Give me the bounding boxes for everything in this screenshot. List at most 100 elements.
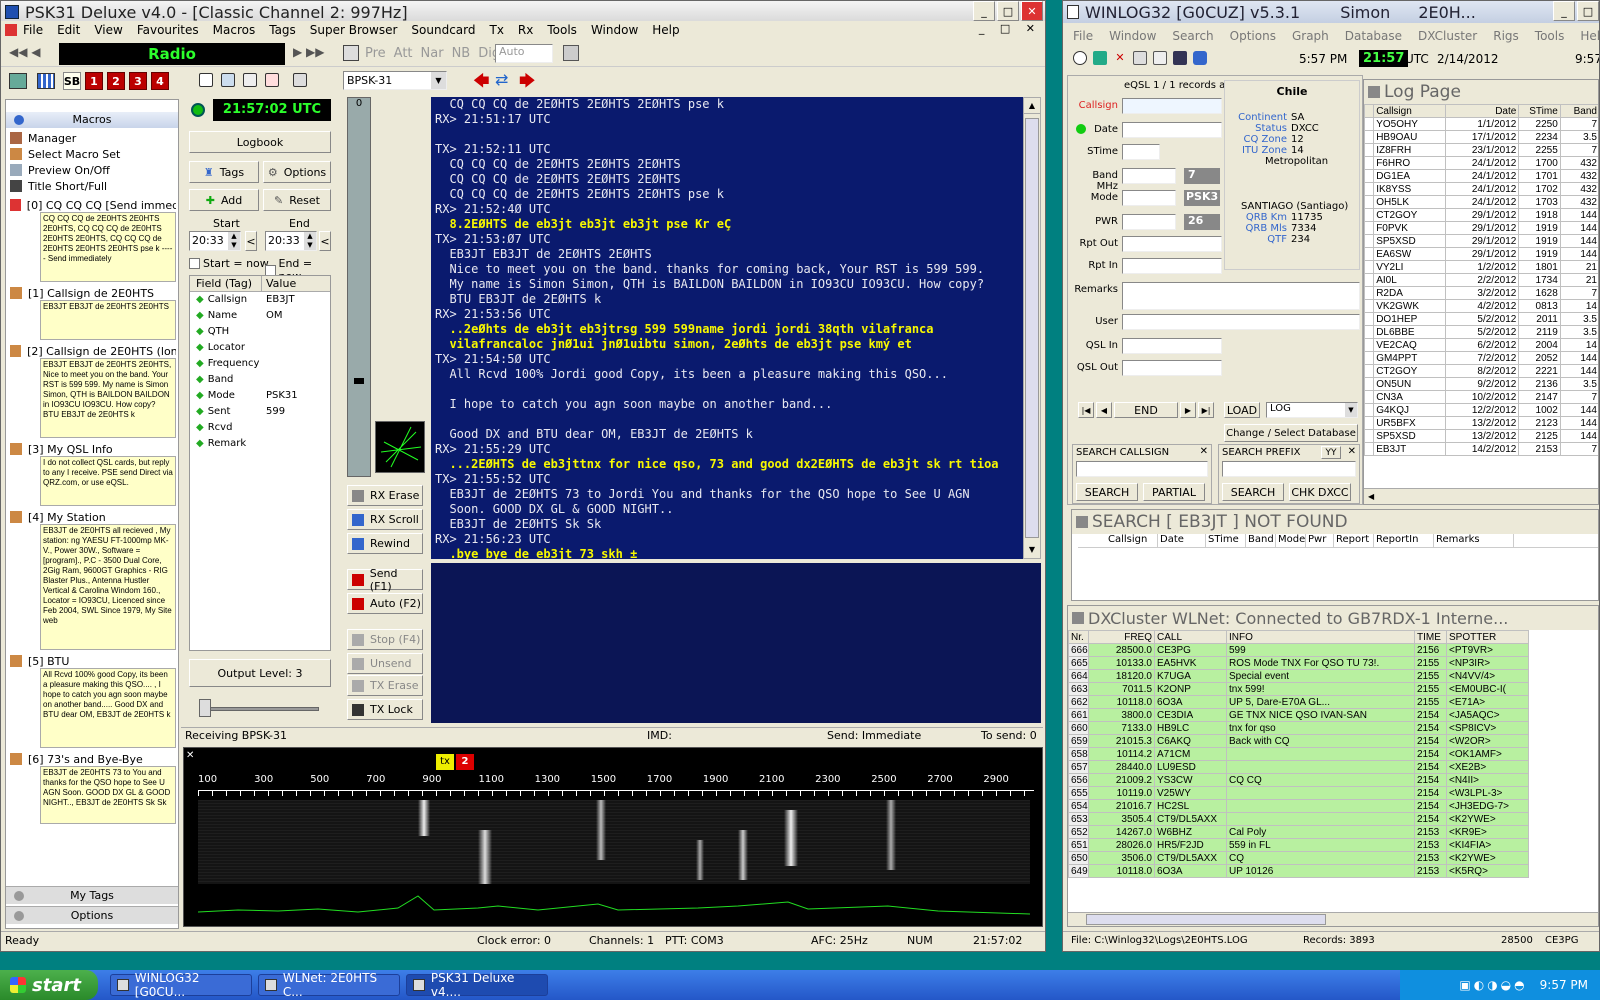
add-button[interactable]: ✚ Add	[189, 189, 259, 211]
log-row[interactable]: SP5XSD 29/1/2012 1919 144	[1364, 234, 1598, 248]
start-arrow-button[interactable]: <	[245, 231, 257, 251]
field-row[interactable]: ◆ Rcvd	[190, 420, 330, 436]
side-btn-rx-erase[interactable]: RX Erase	[347, 485, 423, 506]
delete-window-icon[interactable]	[265, 73, 279, 87]
wl-menu-options[interactable]: Options	[1230, 29, 1276, 43]
close-icon[interactable]: ✕	[1348, 446, 1356, 457]
dx-col-header[interactable]: CALL	[1154, 630, 1227, 644]
form-input-rpt-in[interactable]	[1122, 258, 1222, 274]
save-icon[interactable]	[1173, 51, 1187, 65]
rx-text-area[interactable]: CQ CQ CQ de 2EØHTS 2EØHTS 2EØHTS pse k RX…	[431, 97, 1023, 559]
waterfall-spectrum[interactable]	[198, 800, 1030, 884]
arrow-left-icon[interactable]: 🡄	[473, 70, 490, 97]
rewind-nav-icon[interactable]: ◀◀ ◀	[9, 45, 41, 59]
end-button[interactable]: END	[1114, 402, 1178, 418]
dx-row[interactable]: 650 3506.0 CT9/DL5AXX CQ 2153 <K2YWE>	[1068, 851, 1529, 865]
dx-row[interactable]: 665 10133.0 EA5HVK ROS Mode TNX For QSO TU …	[1068, 656, 1529, 670]
log-row[interactable]: G4KQJ 12/2/2012 1002 144	[1364, 403, 1598, 417]
menu-view[interactable]: View	[94, 23, 122, 37]
globe-icon[interactable]	[1193, 51, 1207, 65]
search-col-header[interactable]: Mode	[1276, 534, 1306, 547]
tx-text-area[interactable]	[431, 563, 1041, 723]
dx-hscroll[interactable]	[1068, 912, 1598, 926]
log-row[interactable]: GM4PPT 7/2/2012 2052 144	[1364, 351, 1598, 365]
tray-icons[interactable]: ▣◐◑◒◓	[1459, 978, 1527, 992]
output-slider[interactable]	[199, 707, 319, 711]
my-tags-bar[interactable]: My Tags	[6, 886, 178, 904]
macro-entry[interactable]: [5] BTU All Rcvd 100% good Copy, its been…	[10, 654, 176, 748]
tags-button[interactable]: ♜ Tags	[189, 161, 259, 183]
field-row[interactable]: ◆ Locator	[190, 340, 330, 356]
dx-col-header[interactable]: SPOTTER	[1446, 630, 1529, 644]
wl-menu-graph[interactable]: Graph	[1292, 29, 1329, 43]
dx-row[interactable]: 651 28026.0 HR5/F2JD 559 in FL 2153 <KI4FIA>	[1068, 838, 1529, 852]
log-row[interactable]: R2DA 3/2/2012 1628 7	[1364, 286, 1598, 300]
macro-entry[interactable]: [3] My QSL Info I do not collect QSL card…	[10, 442, 176, 506]
search-prefix-button[interactable]: SEARCH	[1222, 483, 1284, 501]
log-hscroll[interactable]: ◀	[1364, 488, 1598, 504]
log-row[interactable]: VY2LI 1/2/2012 1801 21	[1364, 260, 1598, 274]
dx-row[interactable]: 657 28440.0 LU9ESD 2154 <XE2B>	[1068, 760, 1529, 774]
yy-button[interactable]: YY	[1321, 446, 1341, 459]
fit-icon[interactable]	[243, 73, 257, 87]
form-input-qsl-in[interactable]	[1122, 338, 1222, 354]
wl-menu-dxcluster[interactable]: DXCluster	[1418, 29, 1477, 43]
load-button[interactable]: LOAD	[1224, 402, 1260, 418]
search-prefix-input[interactable]	[1222, 461, 1356, 477]
form-input-date[interactable]	[1122, 122, 1222, 138]
field-row[interactable]: ◆ Remark	[190, 436, 330, 452]
output-slider-thumb[interactable]	[199, 699, 211, 717]
macro-set-4-button[interactable]: 4	[151, 72, 169, 90]
macro-entry[interactable]: [2] Callsign de 2E0HTS (lon... EB3JT EB3J…	[10, 344, 176, 438]
menu-file[interactable]: File	[23, 23, 43, 37]
macro-menu-item[interactable]: Select Macro Set	[10, 146, 176, 162]
search-col-header[interactable]: Remarks	[1434, 534, 1514, 547]
search-col-header[interactable]: Date	[1158, 534, 1206, 547]
start-time-input[interactable]: 20:33 ▲ ▼	[189, 231, 241, 251]
first-record-button[interactable]: |◀	[1078, 402, 1094, 418]
minimize-button[interactable]: _	[973, 1, 995, 21]
wl-menu-help[interactable]: Help	[1580, 29, 1599, 43]
checkbox[interactable]	[189, 258, 200, 269]
checkbox[interactable]	[265, 264, 276, 276]
macro-menu-item[interactable]: Title Short/Full	[10, 178, 176, 194]
log-row[interactable]: F6HRO 24/1/2012 1700 432	[1364, 156, 1598, 170]
search-icon[interactable]	[1153, 51, 1167, 65]
field-row[interactable]: ◆ QTH	[190, 324, 330, 340]
log-col-header[interactable]: STime	[1518, 104, 1561, 118]
log-row[interactable]: ON5UN 9/2/2012 2136 3.5	[1364, 377, 1598, 391]
wl-menu-file[interactable]: File	[1073, 29, 1093, 43]
taskbar-item[interactable]: WINLOG32 [G0CU...	[110, 971, 252, 999]
wl-menu-tools[interactable]: Tools	[1535, 29, 1565, 43]
channel-2-marker[interactable]: 2	[456, 754, 474, 770]
dx-row[interactable]: 656 21009.2 YS3CW CQ CQ 2154 <N4II>	[1068, 773, 1529, 787]
form-input-remarks[interactable]	[1122, 282, 1360, 310]
log-col-header[interactable]: Band	[1559, 104, 1598, 118]
log-row[interactable]: DG1EA 24/1/2012 1701 432	[1364, 169, 1598, 183]
log-col-header[interactable]: Date	[1444, 104, 1520, 118]
form-input-band-mhz[interactable]	[1122, 168, 1176, 184]
form-input-pwr[interactable]	[1122, 214, 1176, 230]
form-input-callsign[interactable]	[1122, 98, 1222, 114]
dx-col-header[interactable]: INFO	[1226, 630, 1415, 644]
scroll-left-icon[interactable]: ◀	[1364, 492, 1374, 501]
wl-menu-rigs[interactable]: Rigs	[1493, 29, 1519, 43]
change-db-button[interactable]: Change / Select Database	[1224, 424, 1358, 442]
log-select[interactable]: LOG ▼	[1266, 402, 1358, 418]
log-col-header[interactable]: Callsign	[1373, 104, 1446, 118]
tool-icon[interactable]	[293, 73, 307, 87]
clock-icon[interactable]	[1073, 51, 1087, 65]
taskbar-item[interactable]: PSK31 Deluxe v4....	[406, 971, 548, 999]
maximize-button[interactable]: □	[1577, 1, 1599, 21]
wl-menu-search[interactable]: Search	[1172, 29, 1213, 43]
dx-row[interactable]: 660 7133.0 HB9LC tnx for qso 2154 <SP8ICV>	[1068, 721, 1529, 735]
end-arrow-button[interactable]: <	[319, 231, 331, 251]
forward-nav-icon[interactable]: ▶ ▶▶	[293, 45, 325, 59]
dx-col-header[interactable]: FREQ	[1088, 630, 1155, 644]
search-col-header[interactable]: ReportIn	[1374, 534, 1434, 547]
dx-row[interactable]: 653 3505.4 CT9/DL5AXX 2154 <K2YWE>	[1068, 812, 1529, 826]
maximize-button[interactable]: □	[997, 1, 1019, 21]
spin-icon[interactable]: ▲ ▼	[304, 232, 316, 250]
start-now-check[interactable]: Start = now	[189, 257, 269, 270]
dx-row[interactable]: 663 7011.5 K2ONP tnx 599! 2155 <EM0UBC-I(	[1068, 682, 1529, 696]
